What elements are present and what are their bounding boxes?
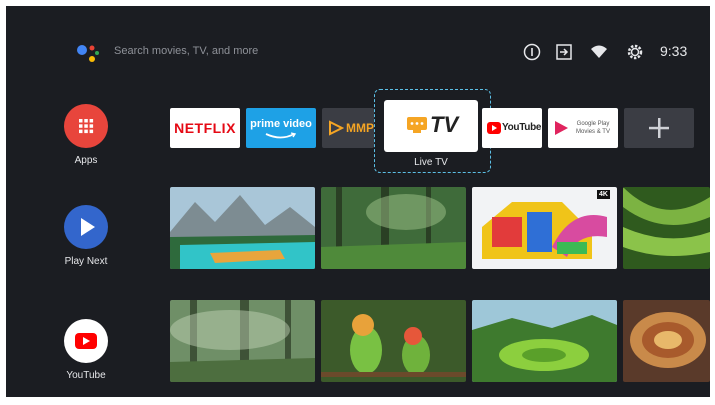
thumbnail-lovebirds[interactable] xyxy=(321,300,466,382)
live-tv-logo: TV xyxy=(430,112,459,137)
netflix-app[interactable]: NETFLIX xyxy=(170,108,240,148)
youtube-app-label: YouTube xyxy=(502,122,542,133)
apps-grid-icon xyxy=(79,119,94,134)
gplay-label-line1: Google Play xyxy=(576,121,610,127)
input-icon[interactable] xyxy=(555,43,573,61)
thumbnail-forest[interactable] xyxy=(321,187,466,269)
play-icon xyxy=(81,218,95,236)
play-next-button[interactable] xyxy=(64,205,108,249)
youtube-app[interactable]: YouTube xyxy=(482,108,542,148)
youtube-logo-icon xyxy=(487,122,501,134)
mmp-play-icon xyxy=(329,120,344,136)
thumbnail-misty-forest[interactable] xyxy=(170,300,315,382)
thumbnail-green-valley[interactable] xyxy=(472,300,617,382)
youtube-label: YouTube xyxy=(66,370,106,381)
info-icon[interactable] xyxy=(523,43,541,61)
gplay-label-line2: Movies & TV xyxy=(576,129,610,135)
thumbnail-fern[interactable] xyxy=(623,187,710,269)
mmp-app[interactable]: MMP xyxy=(322,108,374,148)
prime-video-logo: prime video xyxy=(250,118,312,130)
live-tv-app[interactable]: TV xyxy=(384,100,478,152)
youtube-rail-button[interactable] xyxy=(64,319,108,363)
assistant-icon[interactable] xyxy=(76,42,100,66)
netflix-logo: NETFLIX xyxy=(174,120,236,136)
apps-button[interactable] xyxy=(64,104,108,148)
play-movies-icon xyxy=(555,121,568,135)
thumbnail-swirl[interactable] xyxy=(623,300,710,382)
wifi-icon[interactable] xyxy=(590,43,608,61)
settings-icon[interactable] xyxy=(626,43,644,61)
clock: 9:33 xyxy=(660,43,688,59)
search-bar[interactable]: Search movies, TV, and more xyxy=(114,45,258,57)
4k-badge: 4K xyxy=(597,190,610,199)
prime-video-app[interactable]: prime video xyxy=(246,108,316,148)
thumbnail-lake-mountains[interactable] xyxy=(170,187,315,269)
add-icon xyxy=(649,118,669,138)
tv-home-screen: Search movies, TV, and more 9:33 Apps Pl… xyxy=(6,6,710,397)
play-next-label: Play Next xyxy=(64,256,108,267)
apps-label: Apps xyxy=(74,155,98,166)
tv-icon xyxy=(407,117,427,133)
live-tv-caption: Live TV xyxy=(414,157,448,168)
thumbnail-toy-blocks[interactable]: 4K xyxy=(472,187,617,269)
prime-smile-icon xyxy=(265,132,297,139)
add-app-button[interactable] xyxy=(624,108,694,148)
mmp-logo: MMP xyxy=(346,121,374,135)
youtube-play-icon xyxy=(75,333,97,349)
google-play-movies-app[interactable]: Google Play Movies & TV xyxy=(548,108,618,148)
